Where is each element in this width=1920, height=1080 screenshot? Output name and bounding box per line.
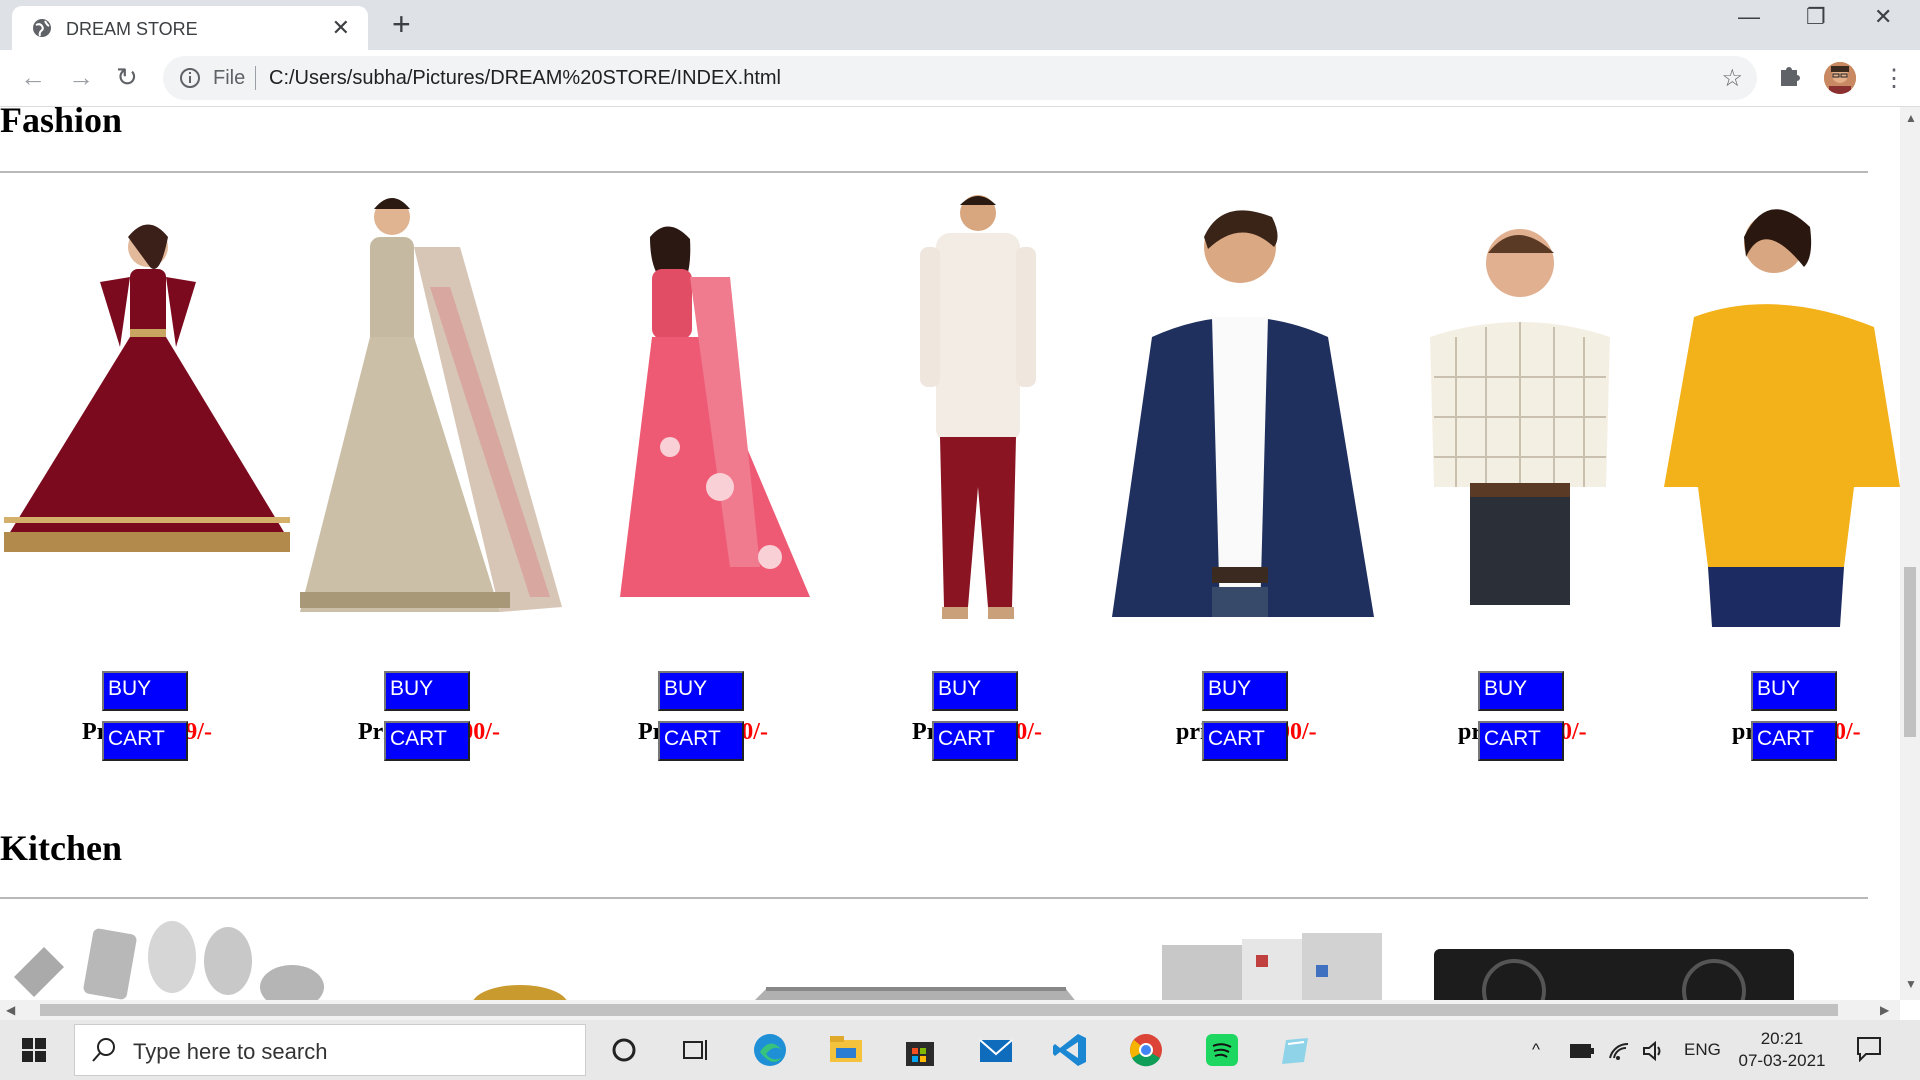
cart-button[interactable]: CART (384, 721, 470, 761)
address-separator (255, 66, 256, 90)
tab-close-icon[interactable]: ✕ (332, 15, 350, 41)
cart-button[interactable]: CART (932, 721, 1018, 761)
cart-button[interactable]: CART (102, 721, 188, 761)
pink-saree-image[interactable] (610, 187, 820, 617)
scroll-left-icon[interactable]: ◀ (6, 1003, 15, 1017)
mail-icon[interactable] (978, 1032, 1014, 1068)
profile-avatar[interactable] (1824, 62, 1856, 94)
restore-button[interactable]: ❐ (1806, 4, 1826, 30)
notifications-icon[interactable] (1856, 1036, 1882, 1062)
info-icon[interactable] (179, 67, 201, 89)
white-kurta-maroon-dhoti-image[interactable] (900, 187, 1060, 627)
buy-button[interactable]: BUY (1751, 671, 1837, 711)
horizontal-scrollbar[interactable]: ◀ ▶ (0, 1000, 1900, 1020)
tab-strip: DREAM STORE ✕ + — ❐ ✕ (0, 0, 1920, 50)
address-bar[interactable]: File C:/Users/subha/Pictures/DREAM%20STO… (163, 56, 1757, 100)
buy-button[interactable]: BUY (658, 671, 744, 711)
windows-start-icon[interactable] (22, 1038, 46, 1062)
fashion-divider (0, 171, 1868, 173)
refrigerator-image[interactable] (1156, 925, 1392, 1000)
back-button[interactable]: ← (20, 62, 46, 93)
forward-button[interactable]: → (68, 62, 94, 93)
vertical-scrollbar[interactable]: ▲ ▼ (1900, 107, 1920, 1000)
cart-button[interactable]: CART (658, 721, 744, 761)
windows-taskbar: Type here to search ^ ENG 20:21 07-03-20… (0, 1020, 1920, 1080)
buy-button[interactable]: BUY (384, 671, 470, 711)
language-indicator[interactable]: ENG (1684, 1040, 1721, 1060)
kitchen-divider (0, 897, 1868, 899)
chrome-icon[interactable] (1128, 1032, 1164, 1068)
buy-button[interactable]: BUY (932, 671, 1018, 711)
show-hidden-icons-icon[interactable]: ^ (1532, 1040, 1540, 1060)
cart-button[interactable]: CART (1202, 721, 1288, 761)
maroon-anarkali-gown-image[interactable] (0, 187, 294, 617)
section-title-fashion: Fashion (0, 107, 123, 140)
horizontal-scroll-thumb[interactable] (40, 1004, 1838, 1016)
battery-icon[interactable] (1570, 1044, 1594, 1058)
cart-button[interactable]: CART (1751, 721, 1837, 761)
buy-button[interactable]: BUY (1478, 671, 1564, 711)
induction-cooktop-image[interactable] (736, 979, 1086, 1000)
navy-blazer-white-shirt-image[interactable] (1112, 187, 1374, 617)
clock-date: 07-03-2021 (1738, 1051, 1826, 1070)
url-text[interactable]: C:/Users/subha/Pictures/DREAM%20STORE/IN… (269, 67, 781, 90)
scroll-down-icon[interactable]: ▼ (1905, 977, 1917, 991)
search-icon (92, 1038, 115, 1062)
profile-face-icon (1824, 62, 1856, 94)
cart-button[interactable]: CART (1478, 721, 1564, 761)
volume-icon[interactable] (1642, 1040, 1666, 1062)
clock-time: 20:21 (1760, 1029, 1804, 1048)
section-title-kitchen: Kitchen (0, 828, 122, 868)
cortana-icon[interactable] (606, 1032, 642, 1068)
wifi-icon[interactable] (1608, 1040, 1630, 1062)
bookmark-star-icon[interactable]: ☆ (1721, 64, 1743, 93)
globe-icon (33, 19, 51, 37)
yellow-top-women-image[interactable] (1664, 187, 1900, 627)
task-view-icon[interactable] (678, 1032, 714, 1068)
scroll-right-icon[interactable]: ▶ (1880, 1003, 1889, 1017)
browser-toolbar: ← → ↻ File C:/Users/subha/Pictures/DREAM… (0, 50, 1920, 107)
close-window-button[interactable]: ✕ (1874, 4, 1892, 30)
store-icon[interactable] (902, 1032, 938, 1068)
kitchen-utensils-set-image[interactable] (4, 917, 334, 1000)
buy-button[interactable]: BUY (1202, 671, 1288, 711)
buy-button[interactable]: BUY (102, 671, 188, 711)
pan-image[interactable] (470, 977, 570, 1000)
reload-button[interactable]: ↻ (116, 62, 138, 93)
extensions-puzzle-icon[interactable] (1778, 62, 1802, 88)
beige-lehenga-dupatta-image[interactable] (300, 187, 562, 633)
menu-kebab-icon[interactable]: ⋮ (1882, 64, 1906, 93)
page-viewport: Fashion Price:9,999/- Price:15,000/- (0, 107, 1900, 1000)
new-tab-button[interactable]: + (392, 8, 411, 40)
file-explorer-icon[interactable] (828, 1032, 864, 1068)
vscode-icon[interactable] (1052, 1032, 1088, 1068)
minimize-button[interactable]: — (1738, 4, 1760, 30)
vertical-scroll-thumb[interactable] (1904, 567, 1916, 737)
checked-shirt-men-image[interactable] (1416, 187, 1616, 617)
tab-dream-store[interactable]: DREAM STORE ✕ (12, 6, 368, 50)
gas-stove-image[interactable] (1434, 941, 1794, 1000)
edge-icon[interactable] (752, 1032, 788, 1068)
clock[interactable]: 20:21 07-03-2021 (1736, 1028, 1828, 1072)
taskbar-search-box[interactable]: Type here to search (74, 1024, 586, 1076)
spotify-icon[interactable] (1204, 1032, 1240, 1068)
notepad-icon[interactable] (1278, 1032, 1314, 1068)
scroll-up-icon[interactable]: ▲ (1905, 111, 1917, 125)
scheme-label: File (213, 67, 246, 89)
tab-title: DREAM STORE (66, 19, 198, 39)
search-placeholder: Type here to search (133, 1039, 328, 1064)
